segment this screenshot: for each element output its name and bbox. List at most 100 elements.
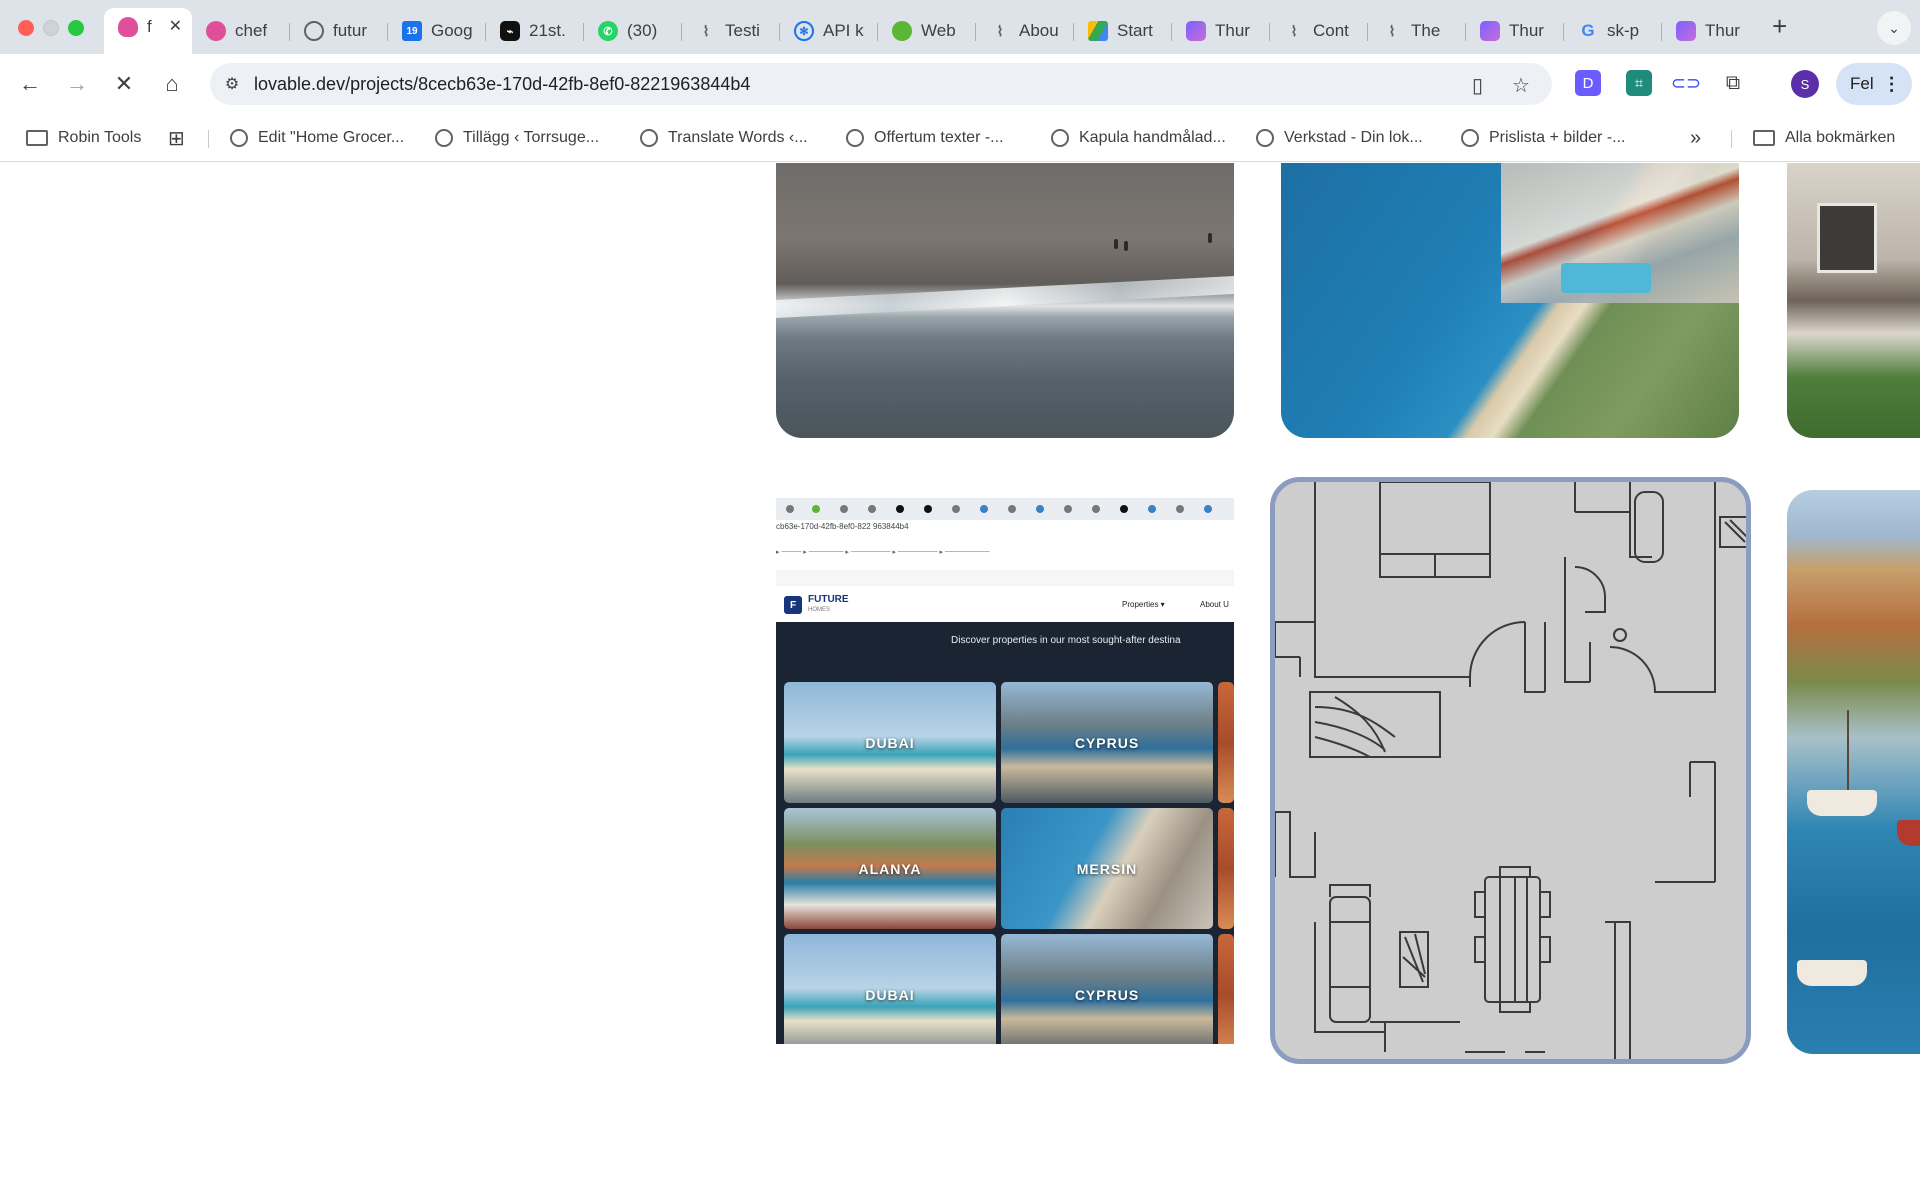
bookmarks-overflow-button[interactable]: » xyxy=(1690,125,1701,151)
tab-close-icon[interactable]: ✕ xyxy=(169,16,182,36)
globe-icon xyxy=(1461,129,1479,147)
google-icon: G xyxy=(1581,21,1595,40)
profile-menu-button[interactable]: Fel ⋮ xyxy=(1836,63,1912,105)
mini-tab-icon xyxy=(1176,505,1184,513)
gallery-image-site-screenshot[interactable]: cb63e-170d-42fb-8ef0-822 963844b4 ▸ ────… xyxy=(776,490,1234,1044)
bookmark-folder-robin-tools[interactable]: Robin Tools xyxy=(26,125,141,151)
bookmark-label: Alla bokmärken xyxy=(1785,129,1896,146)
destination-tile-partial xyxy=(1218,682,1234,803)
bookmark-star-icon[interactable]: ☆ xyxy=(1512,73,1530,98)
bookmark-item[interactable]: Verkstad - Din lok... xyxy=(1256,125,1423,151)
tab[interactable]: Thur xyxy=(1662,12,1760,50)
bookmark-label: Translate Words ‹... xyxy=(668,129,808,146)
bookmark-label: Prislista + bilder -... xyxy=(1489,129,1626,146)
tab[interactable]: Thur xyxy=(1466,12,1564,50)
bookmark-item[interactable]: Prislista + bilder -... xyxy=(1461,125,1625,151)
forward-button[interactable]: → xyxy=(61,68,93,100)
bookmark-item[interactable]: Offertum texter -... xyxy=(846,125,1004,151)
green-dot-icon xyxy=(892,21,912,41)
tab[interactable]: ✆ (30) xyxy=(584,12,682,50)
browser-toolbar: ← → ✕ ⌂ ⚙ lovable.dev/projects/8cecb63e-… xyxy=(0,54,1920,114)
address-bar[interactable]: ⚙ lovable.dev/projects/8cecb63e-170d-42f… xyxy=(210,63,1552,105)
globe-icon xyxy=(1051,129,1069,147)
tab[interactable]: Web xyxy=(878,12,976,50)
back-button[interactable]: ← xyxy=(14,68,46,100)
tab-title: chef xyxy=(235,21,268,40)
bookmark-label: Edit "Home Grocer... xyxy=(258,129,405,146)
tab[interactable]: Thur xyxy=(1172,12,1270,50)
make-icon xyxy=(1480,21,1500,41)
extensions-puzzle-icon[interactable]: ⧉ xyxy=(1720,70,1746,96)
mini-destinations-section: Discover properties in our most sought-a… xyxy=(776,622,1234,1044)
mini-bookmarks: ▸ ──── ▸ ─────── ▸ ──────── ▸ ──────── ▸… xyxy=(776,549,990,556)
tab[interactable]: ⌁ 21st. xyxy=(486,12,584,50)
mini-brand-name: FUTURE xyxy=(808,594,849,605)
mini-tab-icon xyxy=(924,505,932,513)
home-icon: ⌂ xyxy=(165,71,179,96)
gallery-image-coastline-hotel[interactable] xyxy=(1281,163,1739,438)
extension-link-icon[interactable]: ⊂⊃ xyxy=(1671,70,1701,96)
globe-icon xyxy=(435,129,453,147)
minimize-window-button[interactable] xyxy=(43,20,59,36)
tab[interactable]: ⌇ Abou xyxy=(976,12,1074,50)
tab[interactable]: 19 Goog xyxy=(388,12,486,50)
tab-title: Thur xyxy=(1705,21,1740,40)
bookmark-item[interactable]: Translate Words ‹... xyxy=(640,125,808,151)
folder-gear-icon xyxy=(26,130,48,146)
boat xyxy=(1797,960,1867,986)
site-settings-icon[interactable]: ⚙ xyxy=(210,74,254,94)
url-text[interactable]: lovable.dev/projects/8cecb63e-170d-42fb-… xyxy=(254,74,750,95)
tab-title: Start xyxy=(1117,21,1153,40)
tab-title: 21st. xyxy=(529,21,566,40)
tab[interactable]: futur xyxy=(290,12,388,50)
mini-tab-icon xyxy=(1064,505,1072,513)
gallery-image-floor-plan-selected[interactable] xyxy=(1270,477,1751,1064)
extension-pattern-icon[interactable]: ⌗ xyxy=(1626,70,1652,96)
maximize-window-button[interactable] xyxy=(68,20,84,36)
destination-tile-dubai: DUBAI xyxy=(784,934,996,1044)
extension-d-icon[interactable]: D xyxy=(1575,70,1601,96)
close-window-button[interactable] xyxy=(18,20,34,36)
new-tab-button[interactable]: + xyxy=(1772,12,1787,40)
mini-toolbar xyxy=(776,570,1234,586)
tab[interactable]: chef xyxy=(192,12,290,50)
tab[interactable]: ⌇ The xyxy=(1368,12,1466,50)
arrow-left-icon: ← xyxy=(19,71,41,96)
tab-search-button[interactable]: ⌄ xyxy=(1877,11,1911,45)
bookmark-item[interactable]: Edit "Home Grocer... xyxy=(230,125,404,151)
mini-tab-icon xyxy=(1092,505,1100,513)
tab[interactable]: ✻ API k xyxy=(780,12,878,50)
tab[interactable]: ⌇ Cont xyxy=(1270,12,1368,50)
tab-strip: f ✕ chef futur 19 Goog ⌁ 21st. ✆ (30) ⌇ … xyxy=(0,0,1920,54)
bookmark-item[interactable]: Kapula handmålad... xyxy=(1051,125,1226,151)
tab[interactable]: Start xyxy=(1074,12,1172,50)
destination-tile-cyprus: CYPRUS xyxy=(1001,682,1213,803)
avatar[interactable]: S xyxy=(1791,70,1819,98)
browser-window: f ✕ chef futur 19 Goog ⌁ 21st. ✆ (30) ⌇ … xyxy=(0,0,1920,1200)
twentyfirst-icon: ⌁ xyxy=(500,21,520,41)
mini-url: cb63e-170d-42fb-8ef0-822 963844b4 xyxy=(776,522,909,531)
tab[interactable]: ⌇ Testi xyxy=(682,12,780,50)
apps-grid-button[interactable]: ⊞ xyxy=(168,125,185,151)
tab-title: Thur xyxy=(1215,21,1250,40)
mini-tab-icon xyxy=(1036,505,1044,513)
destination-tile-dubai: DUBAI xyxy=(784,682,996,803)
gallery-image-house[interactable] xyxy=(1787,163,1920,438)
future-homes-logo: F xyxy=(784,596,802,614)
tab[interactable]: G sk-p xyxy=(1564,12,1662,50)
gallery-image-harbor[interactable] xyxy=(1787,490,1920,1054)
mini-tab-icon xyxy=(1120,505,1128,513)
bookmark-item[interactable]: Tillägg ‹ Torrsuge... xyxy=(435,125,599,151)
tab-title: Thur xyxy=(1509,21,1544,40)
all-bookmarks-button[interactable]: Alla bokmärken xyxy=(1753,125,1895,151)
globe-icon xyxy=(846,129,864,147)
mini-nav-properties: Properties ▾ xyxy=(1122,600,1165,609)
tab-active[interactable]: f ✕ xyxy=(104,8,192,54)
gallery-image-beach[interactable] xyxy=(776,163,1234,438)
stop-loading-button[interactable]: ✕ xyxy=(108,68,140,100)
house-window xyxy=(1817,203,1877,273)
page-icon[interactable]: ▯ xyxy=(1472,73,1483,98)
home-button[interactable]: ⌂ xyxy=(156,68,188,100)
divider xyxy=(1731,130,1732,148)
mini-nav-about: About U xyxy=(1200,600,1229,609)
